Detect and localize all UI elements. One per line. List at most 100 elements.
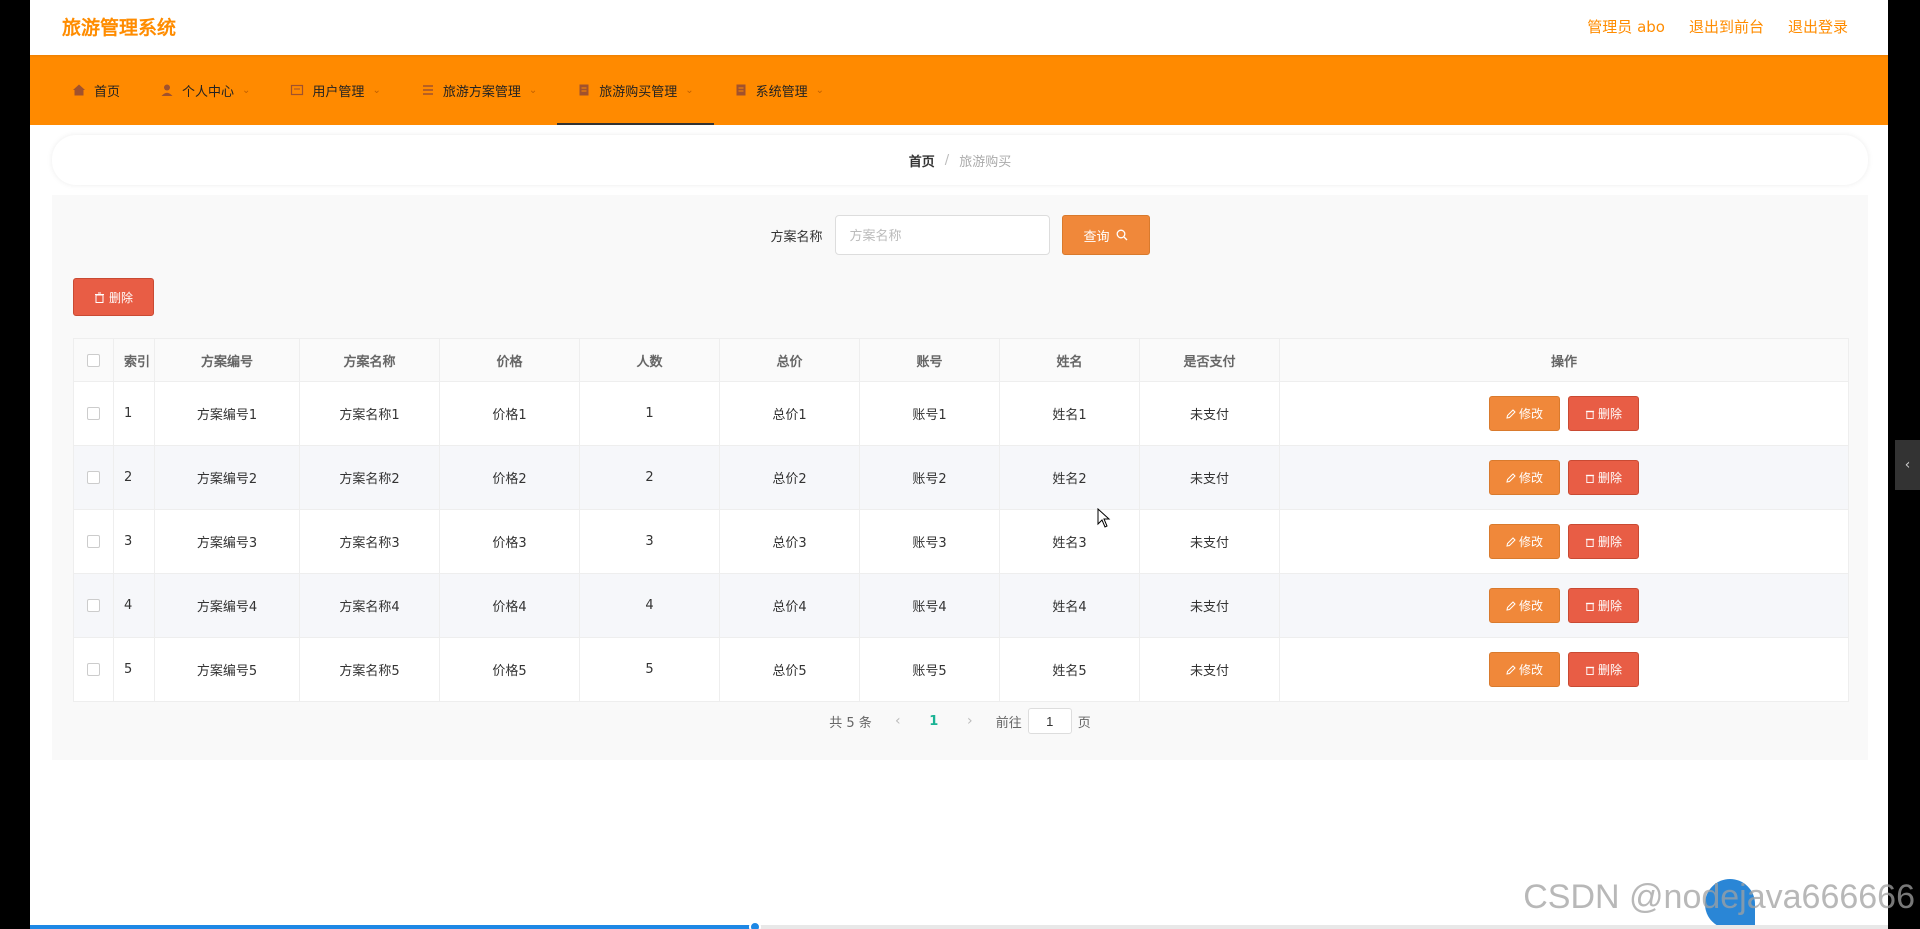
- nav-item-label: 用户管理: [312, 84, 365, 100]
- nav-item-0[interactable]: 首页: [52, 55, 140, 125]
- nav-item-5[interactable]: 系统管理 ⌄: [714, 55, 844, 125]
- table-row: 5 方案编号5 方案名称5 价格5 5 总价5 账号5 姓名5 未支付 修改 删除: [73, 637, 1849, 702]
- edit-label: 修改: [1518, 599, 1543, 613]
- cell-index: 3: [113, 509, 155, 574]
- delete-button[interactable]: 删除: [1568, 588, 1639, 623]
- video-progress-bar[interactable]: [30, 921, 1888, 929]
- search-input[interactable]: [834, 215, 1050, 255]
- cell-person: 姓名1: [999, 381, 1140, 446]
- select-all-checkbox[interactable]: [87, 353, 100, 367]
- purchase-table: 索引 方案编号 方案名称 价格 人数 总价 账号 姓名 是否支付 操作 1 方案编…: [73, 338, 1849, 702]
- cell-index: 5: [113, 637, 155, 702]
- table-row: 1 方案编号1 方案名称1 价格1 1 总价1 账号1 姓名1 未支付 修改 删除: [73, 381, 1849, 446]
- nav-item-label: 系统管理: [755, 84, 808, 100]
- chevron-down-icon: ⌄: [242, 84, 251, 96]
- cell-code: 方案编号1: [154, 381, 300, 446]
- top-header: 旅游管理系统 管理员 abo 退出到前台 退出登录: [30, 0, 1888, 55]
- cell-total: 总价1: [719, 381, 860, 446]
- home-icon: [72, 83, 86, 97]
- cell-code: 方案编号4: [154, 573, 300, 638]
- cell-price: 价格4: [439, 573, 580, 638]
- cell-account: 账号4: [859, 573, 1000, 638]
- edit-icon: [1506, 600, 1516, 611]
- prev-page-icon[interactable]: ‹: [890, 713, 906, 729]
- row-select-cell: [73, 637, 114, 702]
- col-people: 人数: [579, 338, 720, 382]
- nav-item-4[interactable]: 旅游购买管理 ⌄: [557, 55, 715, 125]
- row-checkbox[interactable]: [87, 599, 100, 612]
- next-page-icon[interactable]: ›: [962, 713, 978, 729]
- table-row: 3 方案编号3 方案名称3 价格3 3 总价3 账号3 姓名3 未支付 修改 删除: [73, 509, 1849, 574]
- mouse-cursor-icon: [1097, 508, 1111, 528]
- cell-paid: 未支付: [1139, 637, 1280, 702]
- row-checkbox[interactable]: [87, 535, 100, 548]
- nav-item-2[interactable]: 用户管理 ⌄: [270, 55, 400, 125]
- breadcrumb-separator: /: [944, 152, 950, 168]
- edit-label: 修改: [1518, 407, 1543, 421]
- query-button[interactable]: 查询: [1061, 215, 1150, 255]
- nav-item-3[interactable]: 旅游方案管理 ⌄: [401, 55, 557, 125]
- chevron-down-icon: ⌄: [528, 84, 538, 96]
- system-title: 旅游管理系统: [62, 17, 177, 39]
- goto-page: 前往 页: [996, 708, 1091, 734]
- cell-person: 姓名2: [999, 445, 1140, 510]
- list-icon: [421, 83, 435, 97]
- video-progress-handle[interactable]: [749, 921, 761, 929]
- query-button-label: 查询: [1083, 229, 1110, 245]
- logout-link[interactable]: 退出登录: [1788, 16, 1848, 37]
- edit-button[interactable]: 修改: [1489, 396, 1560, 431]
- cell-code: 方案编号5: [154, 637, 300, 702]
- cell-paid: 未支付: [1139, 573, 1280, 638]
- col-name: 方案名称: [299, 338, 440, 382]
- nav-item-1[interactable]: 个人中心 ⌄: [140, 55, 270, 125]
- trash-icon: [1585, 602, 1595, 611]
- admin-user-link[interactable]: 管理员 abo: [1587, 16, 1665, 37]
- table-body: 1 方案编号1 方案名称1 价格1 1 总价1 账号1 姓名1 未支付 修改 删除 2 方案编号2 方案名…: [73, 381, 1849, 702]
- breadcrumb-home[interactable]: 首页: [909, 151, 935, 170]
- cell-account: 账号1: [859, 381, 1000, 446]
- main-nav: 首页 个人中心 ⌄ 用户管理 ⌄ 旅游方案管理 ⌄ 旅游购买管理 ⌄ 系统管理 ⌄: [30, 55, 1888, 125]
- col-actions: 操作: [1279, 338, 1849, 382]
- goto-suffix: 页: [1077, 715, 1091, 731]
- chevron-left-icon: ‹: [1904, 457, 1911, 473]
- delete-button[interactable]: 删除: [1568, 460, 1639, 495]
- cell-people: 4: [579, 573, 720, 638]
- nav-item-label: 旅游购买管理: [599, 84, 678, 100]
- batch-delete-label: 删除: [108, 290, 133, 305]
- delete-button[interactable]: 删除: [1568, 652, 1639, 687]
- trash-icon: [1585, 666, 1595, 675]
- cell-index: 2: [113, 445, 155, 510]
- cell-people: 1: [579, 381, 720, 446]
- delete-button[interactable]: 删除: [1568, 524, 1639, 559]
- cell-name: 方案名称5: [299, 637, 440, 702]
- search-bar: 方案名称 查询: [52, 215, 1868, 255]
- delete-button[interactable]: 删除: [1568, 396, 1639, 431]
- side-collapse-tab[interactable]: ‹: [1895, 440, 1920, 490]
- app-window: 旅游管理系统 管理员 abo 退出到前台 退出登录 首页 个人中心 ⌄ 用户管理 ⌄ 旅游…: [30, 0, 1888, 929]
- col-code: 方案编号: [154, 338, 300, 382]
- cell-paid: 未支付: [1139, 445, 1280, 510]
- col-person-name: 姓名: [999, 338, 1140, 382]
- goto-page-input[interactable]: [1027, 708, 1072, 734]
- edit-button[interactable]: 修改: [1489, 588, 1560, 623]
- cell-paid: 未支付: [1139, 381, 1280, 446]
- row-checkbox[interactable]: [87, 663, 100, 676]
- exit-to-frontend-link[interactable]: 退出到前台: [1689, 16, 1764, 37]
- page-number-current[interactable]: 1: [924, 714, 944, 729]
- edit-button[interactable]: 修改: [1489, 460, 1560, 495]
- edit-button[interactable]: 修改: [1489, 524, 1560, 559]
- delete-label: 删除: [1597, 407, 1622, 421]
- cell-account: 账号5: [859, 637, 1000, 702]
- cell-total: 总价3: [719, 509, 860, 574]
- delete-label: 删除: [1597, 663, 1622, 677]
- row-checkbox[interactable]: [87, 407, 100, 420]
- edit-icon: [1506, 408, 1516, 419]
- batch-delete-button[interactable]: 删除: [73, 278, 154, 316]
- trash-icon: [94, 292, 104, 303]
- edit-label: 修改: [1518, 535, 1543, 549]
- doc-icon: [577, 83, 591, 97]
- delete-label: 删除: [1597, 471, 1622, 485]
- edit-button[interactable]: 修改: [1489, 652, 1560, 687]
- row-checkbox[interactable]: [87, 471, 100, 484]
- header-links: 管理员 abo 退出到前台 退出登录: [1587, 16, 1848, 37]
